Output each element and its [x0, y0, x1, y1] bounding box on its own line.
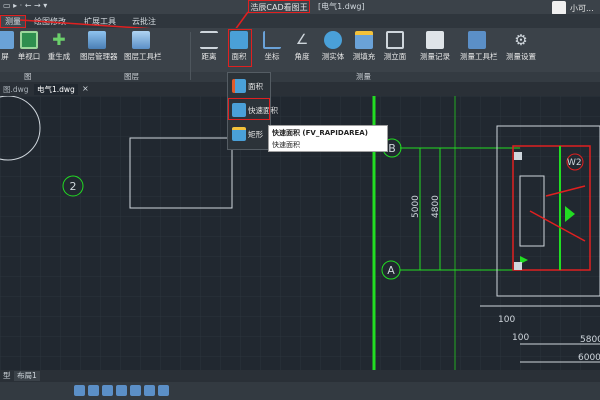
menu-item-rect[interactable]: 矩形	[230, 124, 268, 144]
tool-layer-toolbar[interactable]: 图层工具栏	[124, 31, 162, 62]
area-tool-highlight	[228, 29, 252, 67]
measure-toolbar-icon	[468, 31, 486, 49]
dim-100-a: 100	[498, 315, 515, 325]
layout-tab-model[interactable]: 型	[0, 371, 14, 381]
dim-4800: 4800	[431, 195, 441, 218]
osnap-icon[interactable]	[130, 385, 141, 396]
single-viewport-icon	[20, 31, 38, 49]
status-bar	[0, 382, 600, 400]
area-icon	[232, 79, 246, 93]
tool-measure-toolbar[interactable]: 测量工具栏	[460, 31, 498, 62]
measure-settings-icon: ⚙	[512, 31, 530, 49]
doc-tab-1[interactable]: 图.dwg	[0, 84, 32, 95]
lineweight-icon[interactable]	[158, 385, 169, 396]
measure-record-icon	[426, 31, 444, 49]
quick-area-highlight	[228, 98, 270, 120]
room-tag: W2	[567, 158, 582, 168]
dim-6000: 6000	[578, 353, 600, 363]
document-tabs: 图.dwg 电气1.dwg ×	[0, 82, 600, 96]
tool-single-viewport[interactable]: 单视口	[12, 31, 46, 62]
layer-toolbar-icon	[132, 31, 150, 49]
doc-tab-active[interactable]: 电气1.dwg	[34, 84, 78, 95]
tool-measure-elevation[interactable]: 测立面	[378, 31, 412, 62]
tool-layer-manager[interactable]: 图层管理器	[80, 31, 118, 62]
tooltip-title: 快速面积 (FV_RAPIDAREA)	[272, 129, 368, 137]
group-label-measure: 测量	[356, 72, 371, 81]
dim-5800: 5800	[580, 335, 600, 345]
polar-icon[interactable]	[116, 385, 127, 396]
regenerate-icon: ✚	[50, 31, 68, 49]
angle-icon: ∠	[293, 31, 311, 49]
close-icon[interactable]: ×	[82, 84, 89, 93]
otrack-icon[interactable]	[144, 385, 155, 396]
tool-coordinate[interactable]: 坐标	[255, 31, 289, 62]
grid-icon[interactable]	[88, 385, 99, 396]
layout-tab-1[interactable]: 布局1	[14, 371, 40, 381]
menu-item-area[interactable]: 面积	[230, 76, 268, 96]
snap-icon[interactable]	[74, 385, 85, 396]
measure-elevation-icon	[386, 31, 404, 49]
tool-regenerate[interactable]: ✚ 重生成	[42, 31, 76, 62]
axis-label-2: 2	[70, 180, 77, 193]
tool-angle[interactable]: ∠ 角度	[285, 31, 319, 62]
dim-5000: 5000	[411, 195, 421, 218]
axis-label-b: B	[388, 142, 396, 155]
tooltip-description: 快速面积	[272, 141, 300, 149]
group-label-view: 图	[24, 72, 32, 81]
ortho-icon[interactable]	[102, 385, 113, 396]
dim-100-b: 100	[512, 333, 529, 343]
measure-hatch-icon	[355, 31, 373, 49]
measure-entity-icon	[324, 31, 342, 49]
ribbon-group-labels: 图 图层 测量	[0, 72, 600, 82]
coordinate-icon	[263, 31, 281, 49]
tool-measure-entity[interactable]: 测实体	[316, 31, 350, 62]
rect-area-icon	[232, 127, 246, 141]
distance-icon	[200, 31, 218, 49]
tool-measure-settings[interactable]: ⚙ 测量设置	[504, 31, 538, 62]
tooltip: 快速面积 (FV_RAPIDAREA) 快速面积	[268, 125, 388, 152]
tool-measure-hatch[interactable]: 测填充	[347, 31, 381, 62]
tool-measure-record[interactable]: 测量记录	[418, 31, 452, 62]
group-label-layer: 图层	[124, 72, 139, 81]
tool-distance[interactable]: 距离	[192, 31, 226, 62]
layout-tabs: 型 布局1	[0, 370, 600, 382]
axis-label-a: A	[387, 264, 395, 277]
layer-manager-icon	[88, 31, 106, 49]
group-separator	[190, 32, 191, 80]
